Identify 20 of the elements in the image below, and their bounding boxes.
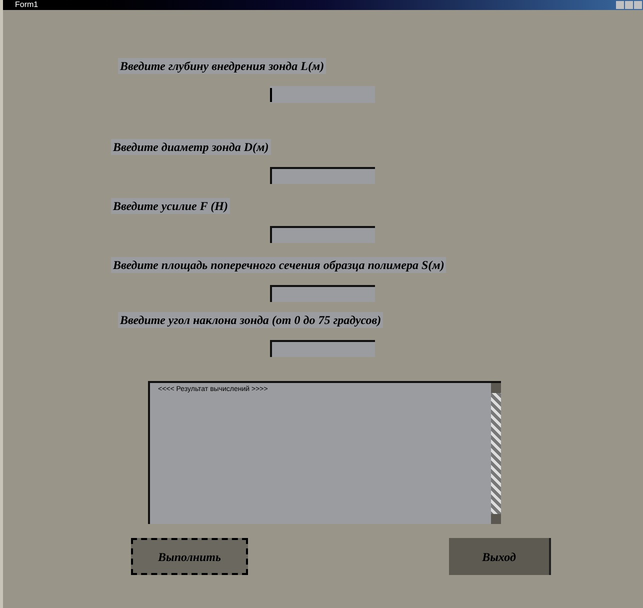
scroll-down-button[interactable] — [491, 514, 501, 524]
field-label: Введите площадь поперечного сечения образца полимера S(м) — [111, 257, 446, 273]
input-field[interactable] — [270, 285, 375, 302]
text-cursor — [270, 88, 272, 102]
close-button[interactable] — [634, 1, 642, 9]
field-label: Введите глубину внедрения зонда L(м) — [118, 58, 326, 74]
run-button[interactable]: Выполнить — [131, 538, 248, 575]
minimize-button[interactable] — [616, 1, 624, 9]
input-field[interactable] — [270, 340, 375, 357]
field-label: Введите угол наклона зонда (от 0 до 75 градусов) — [118, 312, 384, 328]
input-field[interactable] — [270, 226, 375, 243]
window-title: Form1 — [15, 1, 38, 9]
input-field[interactable] — [270, 86, 375, 103]
maximize-button[interactable] — [625, 1, 633, 9]
scroll-up-button[interactable] — [491, 383, 501, 393]
field-label: Введите усилие F (Н) — [111, 198, 230, 214]
exit-button[interactable]: Выход — [449, 538, 551, 575]
field-label: Введите диаметр зонда D(м) — [111, 139, 271, 155]
input-field[interactable] — [270, 167, 375, 184]
scrollbar[interactable] — [491, 383, 501, 524]
